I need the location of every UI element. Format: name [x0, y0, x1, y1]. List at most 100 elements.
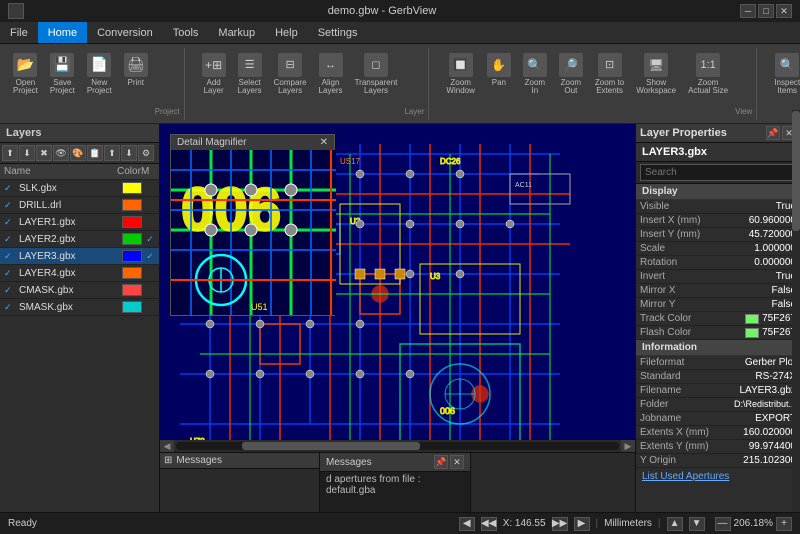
layer-item-layer3[interactable]: ✓ LAYER3.gbx ✓ [0, 248, 159, 265]
messages-close-btn[interactable]: ✕ [450, 455, 464, 469]
toolbar-group-layer: +⊞ AddLayer ☰ SelectLayers ⊟ CompareLaye… [193, 48, 430, 120]
print-button[interactable]: 🖨 Print [119, 50, 153, 91]
track-color-swatch[interactable] [745, 314, 759, 324]
layer-delete-button[interactable]: ✖ [36, 145, 52, 161]
nav-up-btn[interactable]: ▲ [667, 517, 683, 531]
menu-markup[interactable]: Markup [208, 22, 265, 43]
nav-prev-btn[interactable]: ◀ [459, 517, 475, 531]
menu-file[interactable]: File [0, 22, 38, 43]
show-workspace-button[interactable]: 🖥 ShowWorkspace [631, 50, 681, 100]
maximize-button[interactable]: □ [758, 4, 774, 18]
hscroll-track [176, 442, 619, 450]
inspect-items-button[interactable]: 🔍 InspectItems [769, 50, 800, 100]
list-used-apertures-link[interactable]: List Used Apertures [636, 468, 800, 485]
layer-check-smask: ✓ [4, 302, 16, 313]
layer-color-layer2[interactable] [122, 233, 142, 245]
menu-settings[interactable]: Settings [308, 22, 368, 43]
layer-visibility-button[interactable]: 👁 [53, 145, 69, 161]
prop-insert-y: Insert Y (mm) 45.720000 [636, 228, 800, 242]
layer-move-down-button[interactable]: ⬇ [19, 145, 35, 161]
layer-color-slk[interactable] [122, 182, 142, 194]
transparent-layers-button[interactable]: ◻ TransparentLayers [350, 50, 403, 100]
layer-item-cmask[interactable]: ✓ CMASK.gbx [0, 282, 159, 299]
scroll-right-btn[interactable]: ▶ [621, 440, 635, 452]
layer-color-layer1[interactable] [122, 216, 142, 228]
layer-color-layer4[interactable] [122, 267, 142, 279]
prop-rotation-value: 0.000000 [754, 257, 796, 268]
prop-filename-name: Filename [640, 385, 739, 396]
layer-color-drill[interactable] [122, 199, 142, 211]
menu-home[interactable]: Home [38, 22, 87, 43]
layer-move-up-button[interactable]: ⬆ [2, 145, 18, 161]
print-icon: 🖨 [124, 53, 148, 77]
transparent-layers-icon: ◻ [364, 53, 388, 77]
show-workspace-label: ShowWorkspace [636, 79, 676, 97]
nav-last-btn[interactable]: ▶▶ [552, 517, 568, 531]
select-layers-button[interactable]: ☰ SelectLayers [233, 50, 267, 100]
project-group-label: Project [155, 107, 180, 118]
layer-item-drill[interactable]: ✓ DRILL.drl [0, 197, 159, 214]
statusbar: Ready ◀ ◀◀ X: 146.55 ▶▶ ▶ | Millimeters … [0, 512, 800, 534]
canvas-hscrollbar[interactable]: ◀ ▶ [160, 440, 635, 452]
layer-copy-button[interactable]: 📋 [87, 145, 103, 161]
pan-button[interactable]: ✋ Pan [482, 50, 516, 91]
layer-color-smask[interactable] [122, 301, 142, 313]
flash-color-swatch[interactable] [745, 328, 759, 338]
messages-pin-btn[interactable]: 📌 [434, 455, 448, 469]
open-project-button[interactable]: 📂 OpenProject [8, 50, 43, 100]
new-project-button[interactable]: 📄 NewProject [82, 50, 117, 100]
zoom-out-button[interactable]: 🔎 ZoomOut [554, 50, 588, 100]
scroll-left-btn[interactable]: ◀ [160, 440, 174, 452]
prop-flash-color[interactable]: Flash Color 75F267 [636, 326, 800, 340]
right-panel-vscroll-thumb[interactable] [792, 111, 800, 232]
layer-check-cmask: ✓ [4, 285, 16, 296]
hscroll-thumb[interactable] [242, 442, 419, 450]
prop-scale-value: 1.000000 [754, 243, 796, 254]
zoom-minus-btn[interactable]: — [715, 517, 731, 531]
zoom-extents-button[interactable]: ⊡ Zoom toExtents [590, 50, 629, 100]
pcb-canvas[interactable]: U1 U2 U3 DC26 U72 U62 U63 006 [160, 124, 635, 452]
layer-item-layer1[interactable]: ✓ LAYER1.gbx [0, 214, 159, 231]
messages-left-content [160, 469, 319, 512]
menu-help[interactable]: Help [265, 22, 308, 43]
prop-y-origin-name: Y Origin [640, 455, 743, 466]
align-layers-label: AlignLayers [319, 79, 343, 97]
layer-item-smask[interactable]: ✓ SMASK.gbx [0, 299, 159, 316]
align-layers-button[interactable]: ↔ AlignLayers [314, 50, 348, 100]
close-button[interactable]: ✕ [776, 4, 792, 18]
status-ready: Ready [8, 518, 449, 529]
zoom-out-label: ZoomOut [561, 79, 581, 97]
menu-tools[interactable]: Tools [163, 22, 209, 43]
layer-properties-title: Layer Properties [640, 127, 727, 139]
layer-color-layer3[interactable] [122, 250, 142, 262]
compare-layers-button[interactable]: ⊟ CompareLayers [269, 50, 312, 100]
zoom-plus-btn[interactable]: + [776, 517, 792, 531]
layer-sort-up-button[interactable]: ⬆ [104, 145, 120, 161]
layer-item-layer4[interactable]: ✓ LAYER4.gbx [0, 265, 159, 282]
transparent-layers-label: TransparentLayers [355, 79, 398, 97]
layer-color-button[interactable]: 🎨 [70, 145, 86, 161]
prop-track-color[interactable]: Track Color 75F267 [636, 312, 800, 326]
add-layer-button[interactable]: +⊞ AddLayer [197, 50, 231, 100]
layer-item-slk[interactable]: ✓ SLK.gbx [0, 180, 159, 197]
zoom-window-button[interactable]: 🔲 ZoomWindow [441, 50, 479, 100]
panel-pin-btn[interactable]: 📌 [766, 126, 780, 140]
nav-down-btn[interactable]: ▼ [689, 517, 705, 531]
prop-extents-y-value: 99.974400 [749, 441, 796, 452]
prop-flash-color-name: Flash Color [640, 327, 745, 338]
layer-item-layer2[interactable]: ✓ LAYER2.gbx ✓ [0, 231, 159, 248]
zoom-actual-button[interactable]: 1:1 ZoomActual Size [683, 50, 733, 100]
save-project-button[interactable]: 💾 SaveProject [45, 50, 80, 100]
nav-next-btn[interactable]: ▶ [574, 517, 590, 531]
minimize-button[interactable]: ─ [740, 4, 756, 18]
menu-conversion[interactable]: Conversion [87, 22, 163, 43]
layer-settings-button[interactable]: ⚙ [138, 145, 154, 161]
layer-sort-down-button[interactable]: ⬇ [121, 145, 137, 161]
search-input[interactable] [640, 164, 796, 181]
nav-first-btn[interactable]: ◀◀ [481, 517, 497, 531]
svg-text:U51: U51 [251, 302, 268, 312]
canvas-wrapper: U1 U2 U3 DC26 U72 U62 U63 006 [160, 124, 635, 512]
zoom-in-button[interactable]: 🔍 ZoomIn [518, 50, 552, 100]
layer-color-cmask[interactable] [122, 284, 142, 296]
detail-magnifier-close[interactable]: ✕ [320, 137, 328, 148]
